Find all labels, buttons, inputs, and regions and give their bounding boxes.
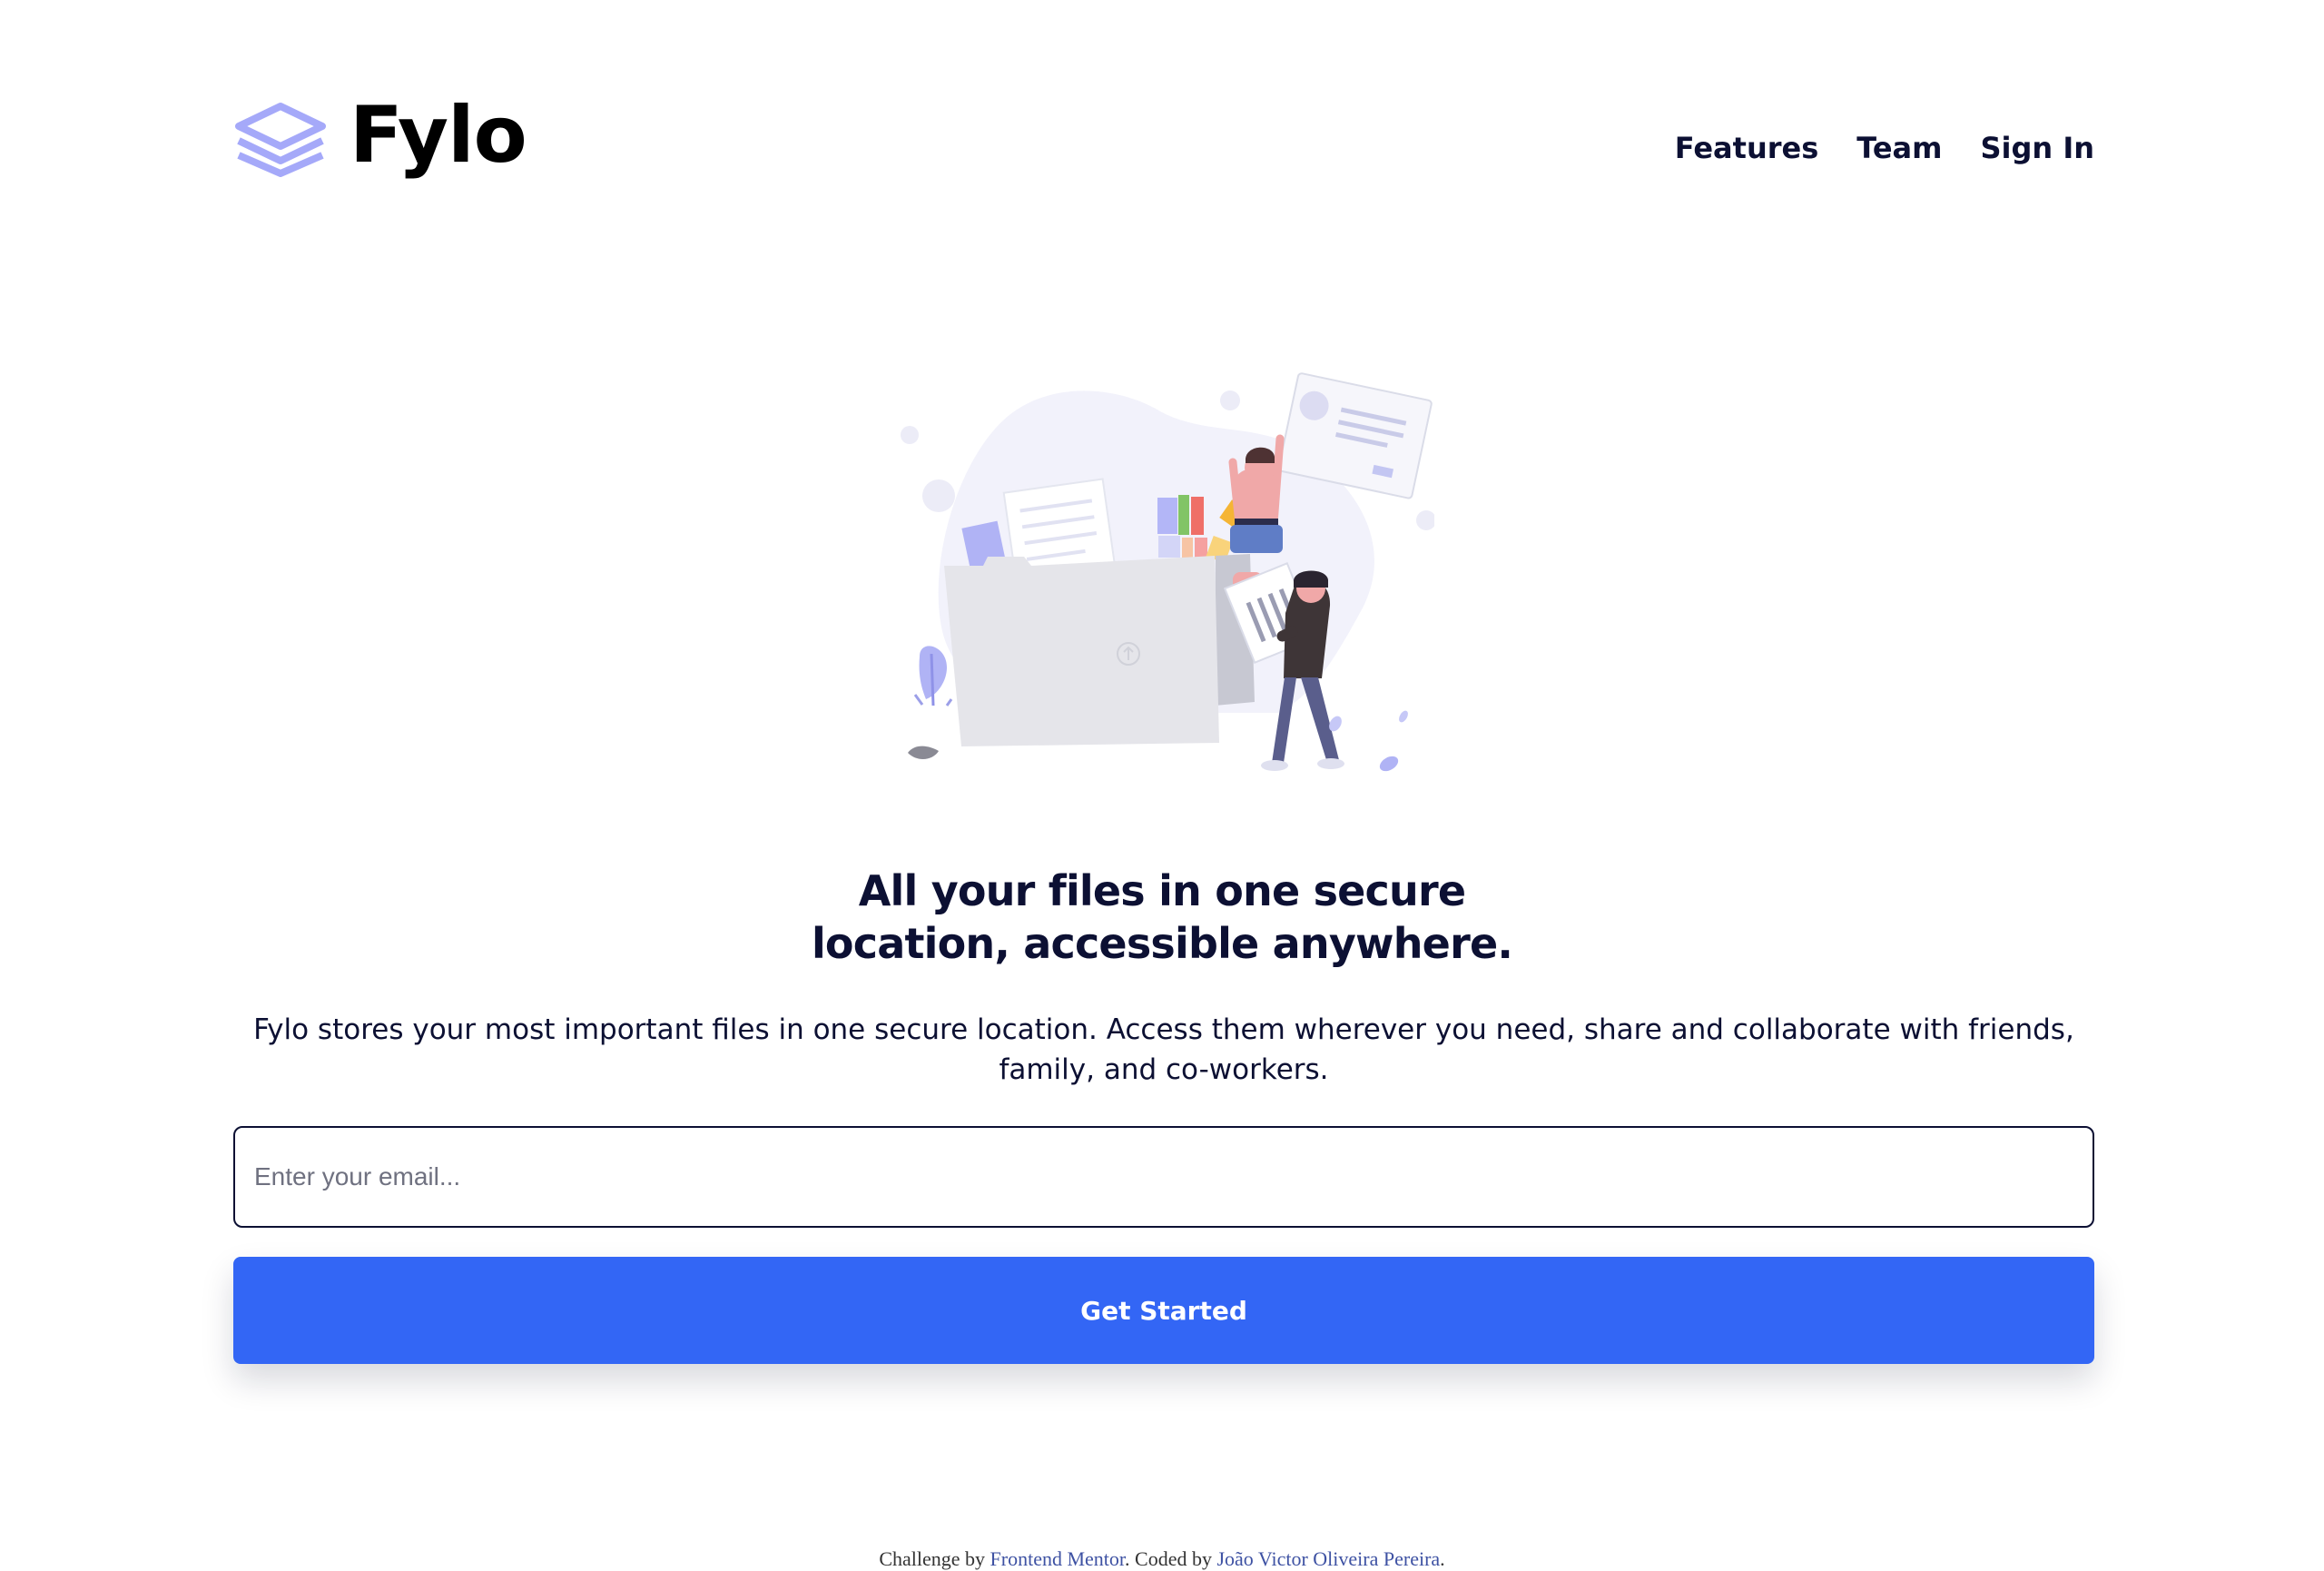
email-input[interactable] <box>233 1126 2094 1228</box>
layered-stack-icon <box>235 103 326 177</box>
attribution-footer: Challenge by Frontend Mentor. Coded by J… <box>0 1547 2324 1571</box>
headline-line-2: location, accessible anywhere. <box>811 919 1513 968</box>
brand-name: Fylo <box>350 90 527 181</box>
author-link[interactable]: João Victor Oliveira Pereira <box>1216 1547 1440 1570</box>
attribution-coded-prefix: . Coded by <box>1125 1547 1212 1570</box>
nav-link-sign-in[interactable]: Sign In <box>1980 131 2094 165</box>
site-header: Fylo Features Team Sign In <box>233 91 2094 200</box>
get-started-button[interactable]: Get Started <box>233 1257 2094 1364</box>
brand-logo[interactable]: Fylo <box>233 96 527 178</box>
frontend-mentor-link[interactable]: Frontend Mentor <box>990 1547 1126 1570</box>
nav-link-features[interactable]: Features <box>1675 131 1818 165</box>
headline-line-1: All your files in one secure <box>858 866 1466 915</box>
attribution-suffix: . <box>1440 1547 1445 1570</box>
nav-link-team[interactable]: Team <box>1856 131 1942 165</box>
attribution-challenge-prefix: Challenge by <box>879 1547 986 1570</box>
hero-illustration <box>901 372 1434 772</box>
hero-description: Fylo stores your most important files in… <box>253 1013 2074 1086</box>
main-nav: Features Team Sign In <box>1675 131 2094 165</box>
hero-headline: All your files in one secure location, ac… <box>708 865 1616 970</box>
